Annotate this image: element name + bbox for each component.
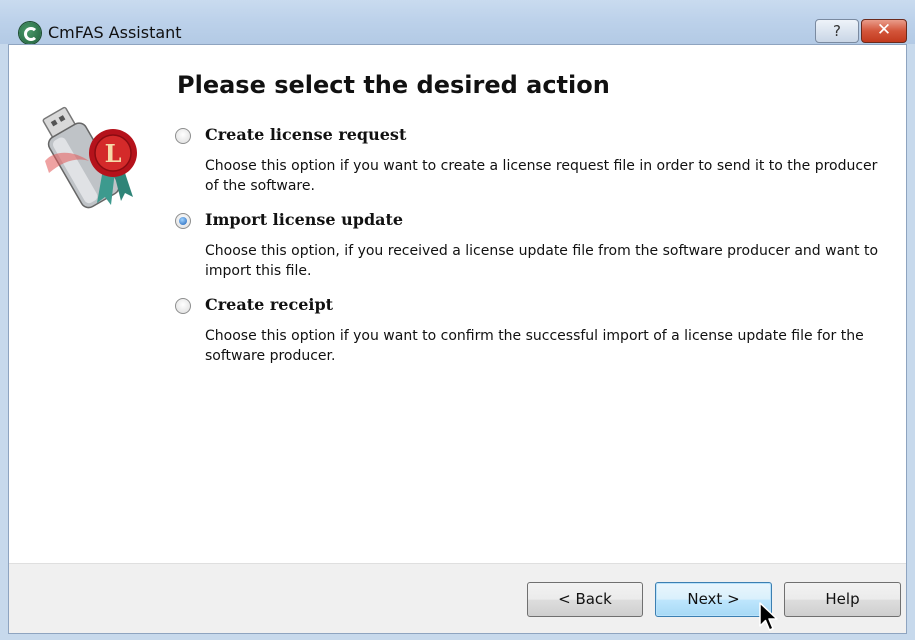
- wizard-client-area: L Please select the desired action Creat…: [8, 44, 907, 634]
- option-label[interactable]: Import license update: [205, 210, 403, 229]
- option-label[interactable]: Create receipt: [205, 295, 333, 314]
- radio-create-receipt[interactable]: [175, 298, 191, 314]
- back-button[interactable]: < Back: [527, 582, 643, 617]
- svg-text:L: L: [105, 139, 122, 168]
- option-label[interactable]: Create license request: [205, 125, 406, 144]
- option-description: Choose this option, if you received a li…: [205, 243, 879, 279]
- radio-create-license-request[interactable]: [175, 128, 191, 144]
- help-button[interactable]: Help: [784, 582, 901, 617]
- cmfas-assistant-window: CmFAS Assistant ? ✕ L Please select the …: [0, 0, 915, 640]
- option-description: Choose this option if you want to create…: [205, 158, 878, 194]
- radio-import-license-update[interactable]: [175, 213, 191, 229]
- page-title: Please select the desired action: [177, 71, 610, 99]
- next-button[interactable]: Next >: [655, 582, 772, 617]
- window-title: CmFAS Assistant: [48, 23, 182, 42]
- close-button[interactable]: ✕: [861, 19, 907, 43]
- cmfas-app-icon: [19, 22, 41, 44]
- mouse-cursor-icon: [759, 602, 778, 631]
- license-usb-stick-icon: L: [42, 106, 137, 209]
- title-bar[interactable]: CmFAS Assistant ? ✕: [0, 0, 915, 44]
- title-help-button[interactable]: ?: [815, 19, 859, 43]
- option-description: Choose this option if you want to confir…: [205, 328, 864, 364]
